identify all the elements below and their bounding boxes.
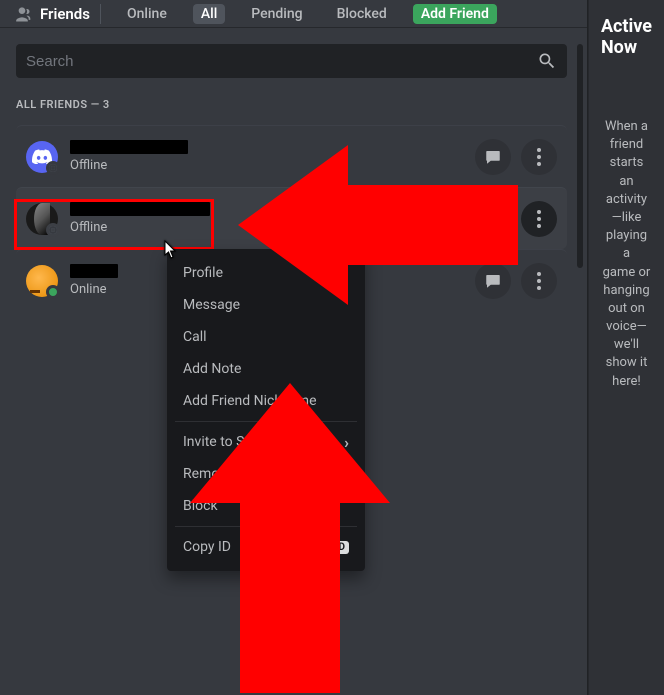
friend-actions <box>475 201 557 237</box>
menu-block[interactable]: Block <box>175 490 357 522</box>
more-icon <box>537 210 541 228</box>
menu-label: Call <box>183 329 207 345</box>
message-button[interactable] <box>475 139 511 175</box>
context-menu: Profile Message Call Add Note Add Friend… <box>167 249 365 571</box>
menu-label: Remove Friend <box>183 466 276 482</box>
friend-row[interactable]: Offline <box>16 125 567 187</box>
active-now-text: When a friend starts an activity—like pl… <box>601 118 652 391</box>
more-icon <box>537 272 541 290</box>
search-input[interactable] <box>26 53 537 70</box>
menu-label: Message <box>183 297 240 313</box>
tab-add-friend[interactable]: Add Friend <box>413 4 497 24</box>
chevron-right-icon: › <box>344 433 349 452</box>
menu-label: Profile <box>183 265 223 281</box>
menu-profile[interactable]: Profile <box>175 257 357 289</box>
friends-icon <box>12 4 32 24</box>
message-button[interactable] <box>475 263 511 299</box>
tab-pending[interactable]: Pending <box>243 4 310 24</box>
menu-label: Add Note <box>183 361 241 377</box>
friends-header: Friends <box>12 4 101 24</box>
avatar <box>26 265 58 297</box>
more-button[interactable] <box>521 139 557 175</box>
section-header: ALL FRIENDS — 3 <box>16 98 567 111</box>
menu-add-note[interactable]: Add Note <box>175 353 357 385</box>
friend-status-label: Offline <box>70 158 475 173</box>
menu-copy-id[interactable]: Copy ID ID <box>175 531 357 563</box>
menu-divider <box>175 421 357 422</box>
friend-row[interactable]: Offline <box>16 187 567 249</box>
avatar <box>26 203 58 235</box>
status-indicator-offline <box>46 223 60 237</box>
friend-name-redacted <box>70 264 118 278</box>
id-badge: ID <box>332 541 349 554</box>
more-button[interactable] <box>521 201 557 237</box>
active-now-line2: game or hanging out on voice—we'll show … <box>601 264 652 391</box>
friend-actions <box>475 263 557 299</box>
tab-bar: Friends Online All Pending Blocked Add F… <box>0 0 587 28</box>
menu-message[interactable]: Message <box>175 289 357 321</box>
friend-status-label: Offline <box>70 220 475 235</box>
page-title: Friends <box>40 5 90 23</box>
tab-blocked[interactable]: Blocked <box>329 4 395 24</box>
more-icon <box>537 148 541 166</box>
menu-add-nickname[interactable]: Add Friend Nickname <box>175 385 357 417</box>
right-panel: Active Now When a friend starts an activ… <box>588 0 664 695</box>
message-button[interactable] <box>475 201 511 237</box>
menu-label: Invite to Server <box>183 434 276 450</box>
friend-actions <box>475 139 557 175</box>
friend-info: Offline <box>70 140 475 173</box>
menu-divider <box>175 526 357 527</box>
scrollbar[interactable] <box>577 44 583 268</box>
search-icon <box>537 51 557 71</box>
tab-online[interactable]: Online <box>119 4 175 24</box>
menu-label: Add Friend Nickname <box>183 393 317 409</box>
avatar <box>26 141 58 173</box>
menu-remove-friend[interactable]: Remove Friend <box>175 458 357 490</box>
friend-name-redacted <box>70 140 188 154</box>
search-bar[interactable] <box>16 44 567 78</box>
menu-call[interactable]: Call <box>175 321 357 353</box>
tab-all[interactable]: All <box>193 4 225 24</box>
active-now-line1: When a friend starts an activity—like pl… <box>601 118 652 264</box>
active-now-title: Active Now <box>601 16 652 58</box>
status-indicator-online <box>46 285 60 299</box>
menu-label: Copy ID <box>183 539 231 555</box>
friend-info: Offline <box>70 202 475 235</box>
friend-name-redacted <box>70 202 210 216</box>
status-indicator-offline <box>46 161 60 175</box>
menu-label: Block <box>183 498 218 514</box>
menu-invite-server[interactable]: Invite to Server › <box>175 426 357 458</box>
more-button[interactable] <box>521 263 557 299</box>
